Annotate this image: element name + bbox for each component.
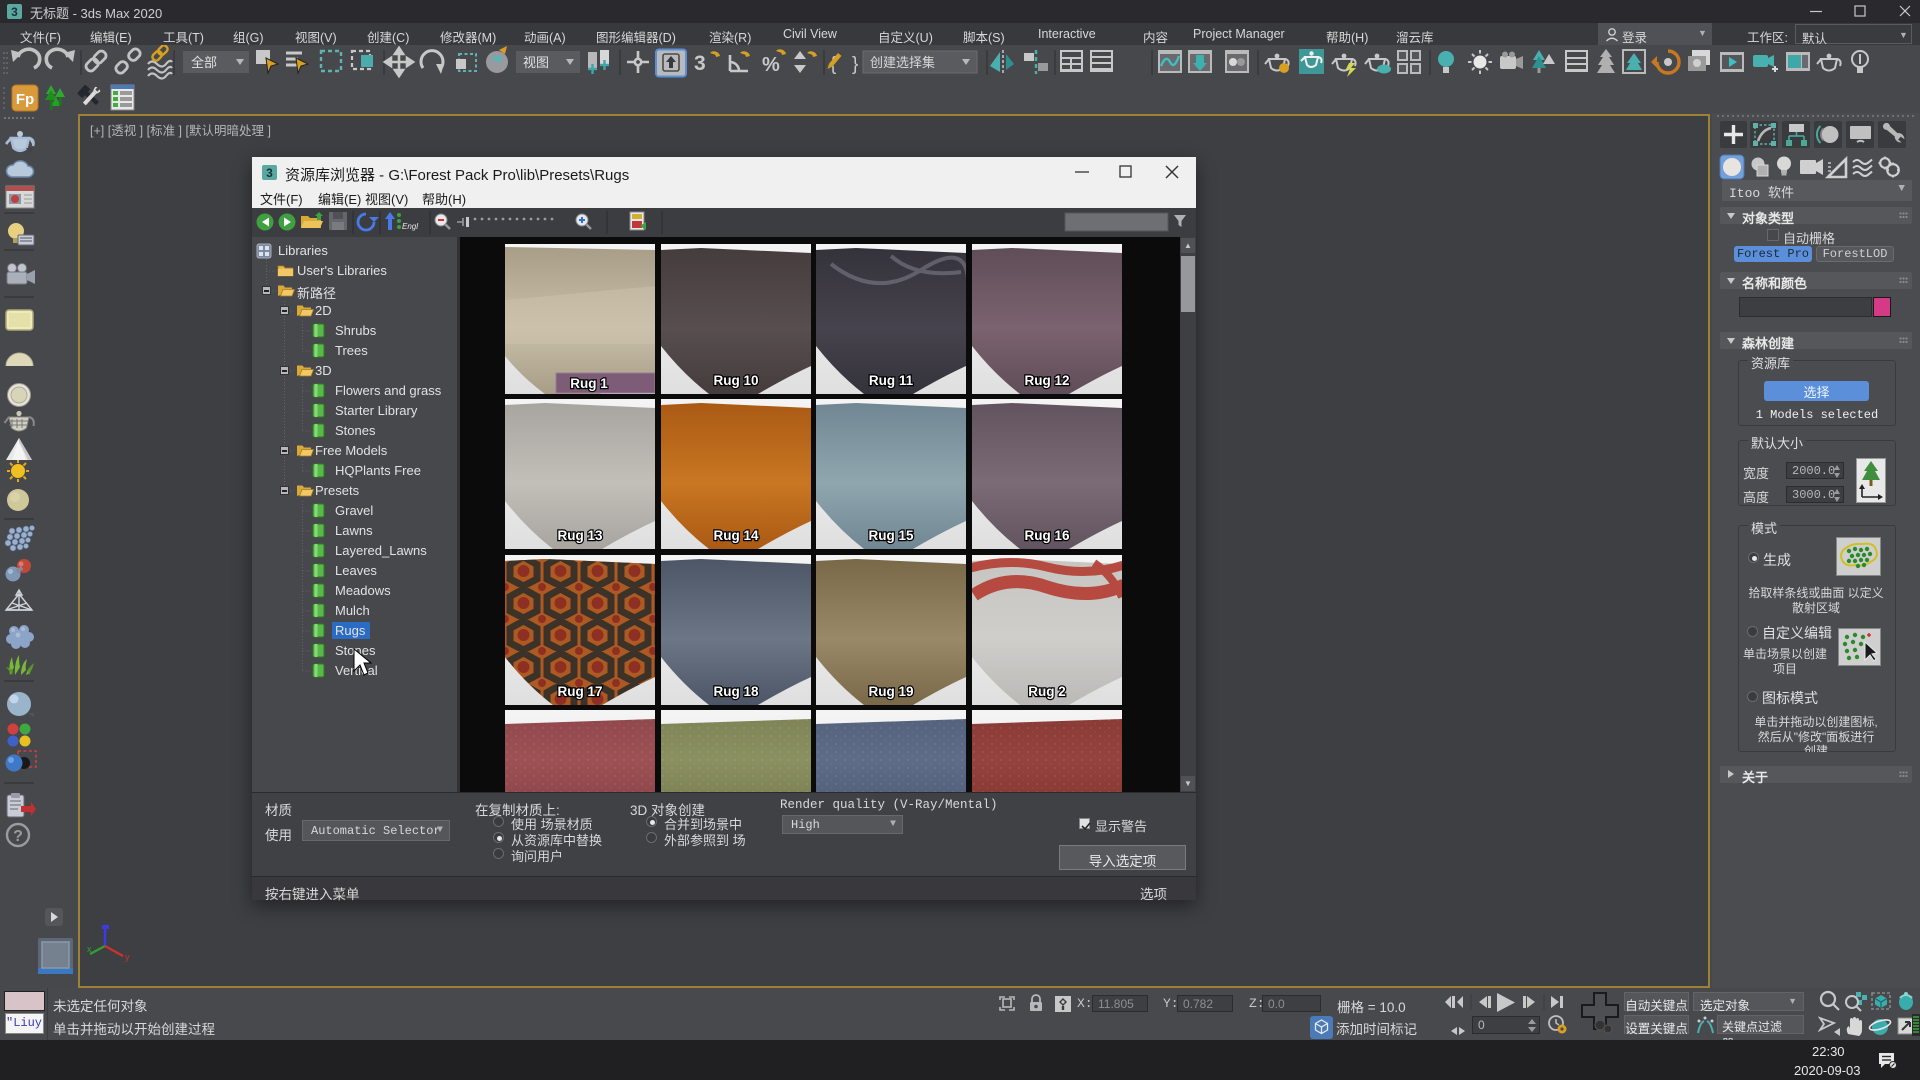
svg-text:%: % — [762, 54, 780, 76]
svg-text:Rug 11: Rug 11 — [869, 373, 914, 388]
svg-text:Rug 12: Rug 12 — [1024, 373, 1069, 388]
svg-text:Engl: Engl — [402, 222, 418, 231]
svg-text:视图: 视图 — [523, 55, 549, 70]
svg-text:Rug 1: Rug 1 — [570, 376, 608, 391]
svg-text:Rug 14: Rug 14 — [713, 528, 759, 543]
svg-text:3: 3 — [694, 52, 706, 75]
svg-text:Rug 15: Rug 15 — [868, 528, 914, 543]
svg-text:全部: 全部 — [191, 55, 217, 70]
svg-text:y: y — [125, 952, 130, 962]
svg-text:Rug 10: Rug 10 — [713, 373, 758, 388]
svg-text:Rug 17: Rug 17 — [557, 684, 602, 699]
svg-text:Rug 16: Rug 16 — [1024, 528, 1070, 543]
svg-text:x: x — [87, 944, 92, 954]
svg-text:Rug 18: Rug 18 — [713, 684, 759, 699]
svg-text:3: 3 — [266, 166, 273, 180]
svg-text:Rug 19: Rug 19 — [868, 684, 913, 699]
svg-text:}: } — [852, 54, 858, 75]
svg-text:Fp: Fp — [16, 91, 34, 108]
svg-text:创建选择集: 创建选择集 — [870, 55, 935, 70]
svg-text:Rug 13: Rug 13 — [557, 528, 603, 543]
svg-text:3: 3 — [11, 5, 18, 19]
svg-text:?: ? — [13, 828, 23, 845]
svg-text:Rug 2: Rug 2 — [1028, 684, 1066, 699]
